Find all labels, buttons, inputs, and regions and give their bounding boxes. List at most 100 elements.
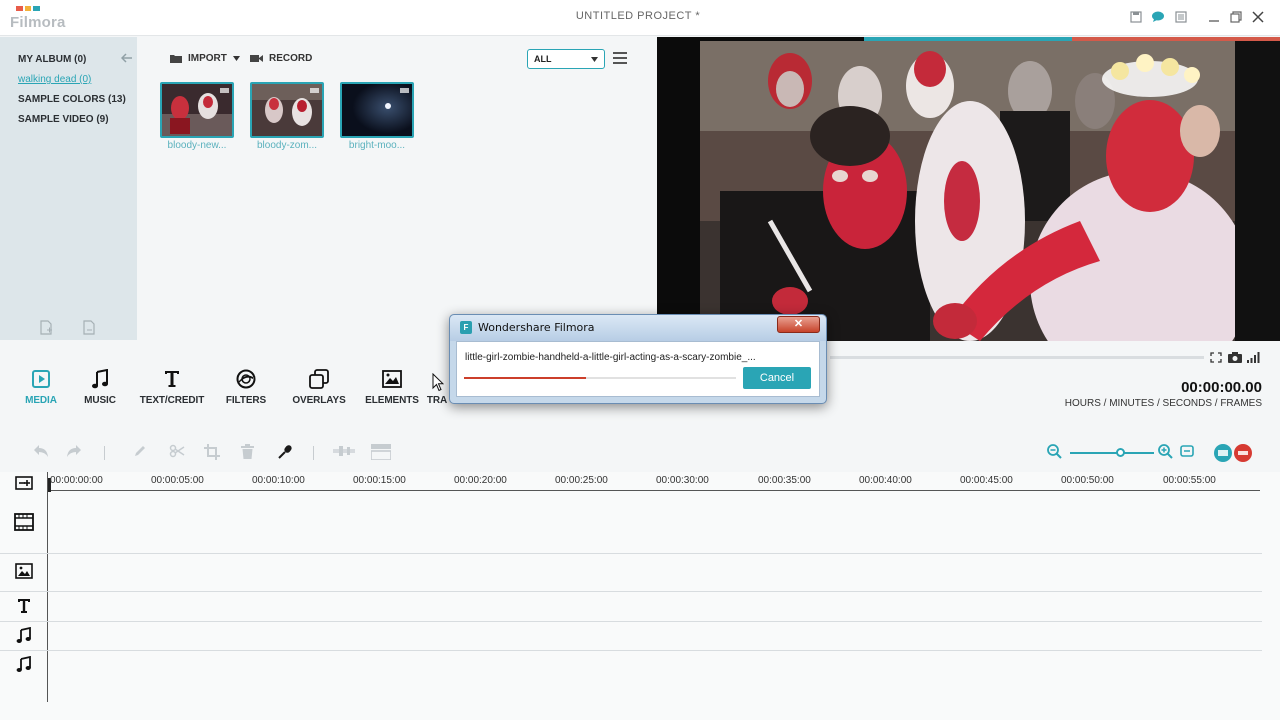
ruler-tick-label: 00:00:05:00	[151, 475, 204, 486]
voiceover-mic-icon[interactable]	[277, 444, 293, 464]
import-label: IMPORT	[188, 53, 227, 64]
filter-value: ALL	[534, 54, 552, 64]
thumbnail-image	[160, 82, 234, 138]
timecode-display: 00:00:00.00	[1181, 379, 1262, 396]
feedback-icon[interactable]	[1150, 9, 1166, 25]
timecode-format-label: HOURS / MINUTES / SECONDS / FRAMES	[1064, 398, 1262, 409]
album-my-album[interactable]: MY ALBUM (0)	[18, 54, 86, 65]
ruler-tick-label: 00:00:50:00	[1061, 475, 1114, 486]
track-divider	[0, 591, 1262, 592]
record-badge-icon[interactable]	[1233, 443, 1253, 467]
delete-album-icon[interactable]	[83, 320, 97, 336]
tab-filters[interactable]: FILTERS	[211, 368, 281, 406]
camera-icon	[250, 55, 263, 62]
close-icon[interactable]	[1250, 9, 1266, 25]
import-progress-bar	[464, 377, 736, 379]
track-divider	[0, 553, 1262, 554]
import-button[interactable]: IMPORT	[170, 53, 240, 64]
ruler-tick-label: 00:00:00:00	[50, 475, 103, 486]
playback-progress-track[interactable]	[830, 356, 1204, 359]
redo-icon[interactable]	[66, 444, 82, 462]
filters-icon	[211, 368, 281, 390]
filmora-app-icon: F	[460, 321, 472, 334]
ruler-tick-label: 00:00:40:00	[859, 475, 912, 486]
green-screen-icon[interactable]	[370, 444, 392, 464]
project-title: UNTITLED PROJECT *	[575, 10, 701, 22]
tab-text-credit[interactable]: TEXT/CREDIT	[137, 368, 207, 406]
tab-label: TEXT/CREDIT	[139, 395, 205, 406]
text-track-icon	[14, 598, 34, 617]
folder-icon	[170, 55, 182, 63]
media-thumbnail[interactable]: bloody-zom...	[250, 82, 324, 151]
thumbnail-caption: bright-moo...	[348, 140, 406, 151]
media-filter-select[interactable]: ALL	[527, 49, 605, 69]
ruler-tick-label: 00:00:55:00	[1163, 475, 1216, 486]
audio-mixer-icon[interactable]	[333, 444, 355, 462]
ruler-tick-label: 00:00:35:00	[758, 475, 811, 486]
crop-icon[interactable]	[204, 444, 220, 464]
import-progress-fill	[464, 377, 587, 379]
split-icon[interactable]	[169, 444, 185, 462]
music-track-icon	[14, 655, 34, 675]
media-thumbnail[interactable]: bright-moo...	[340, 82, 414, 151]
ruler-tick-label: 00:00:25:00	[555, 475, 608, 486]
media-thumbnail[interactable]: bloody-new...	[160, 82, 234, 151]
trash-icon[interactable]	[241, 444, 254, 463]
dialog-close-button[interactable]: ✕	[777, 316, 820, 333]
add-album-icon[interactable]	[40, 320, 54, 336]
volume-bars-icon[interactable]	[1247, 352, 1260, 366]
add-track-icon[interactable]	[14, 476, 34, 493]
zoom-slider-track[interactable]	[1070, 452, 1154, 454]
dropdown-arrow-icon	[232, 56, 240, 61]
importing-filename: little-girl-zombie-handheld-a-little-gir…	[465, 352, 756, 363]
preview-letterbox	[1235, 41, 1280, 341]
cancel-button[interactable]: Cancel	[743, 367, 811, 389]
ruler-tick-label: 00:00:10:00	[252, 475, 305, 486]
toolbar-separator	[104, 446, 105, 460]
thumbnail-caption: bloody-new...	[167, 140, 227, 151]
timeline-area[interactable]	[0, 472, 1280, 720]
menu-list-icon[interactable]	[1173, 9, 1189, 25]
export-icon[interactable]	[1213, 443, 1233, 467]
restore-icon[interactable]	[1228, 9, 1244, 25]
toolbar-separator	[313, 446, 314, 460]
collapse-arrow-icon[interactable]	[120, 52, 133, 66]
tab-overlays[interactable]: OVERLAYS	[284, 368, 354, 406]
tab-label: OVERLAYS	[292, 395, 346, 406]
tab-label: MUSIC	[84, 395, 116, 406]
zoom-in-icon[interactable]	[1158, 444, 1173, 463]
tab-label: FILTERS	[225, 395, 267, 406]
record-button[interactable]: RECORD	[250, 53, 312, 64]
save-icon[interactable]	[1128, 9, 1144, 25]
album-sample-colors[interactable]: SAMPLE COLORS (13)	[18, 94, 126, 105]
thumbnail-caption: bloody-zom...	[256, 140, 318, 151]
preview-video-frame	[700, 41, 1235, 341]
time-ruler-baseline	[48, 490, 1260, 491]
tab-music[interactable]: MUSIC	[65, 368, 135, 406]
track-divider	[0, 621, 1262, 622]
view-menu-icon[interactable]	[613, 52, 627, 64]
zoom-slider-handle[interactable]	[1116, 448, 1125, 457]
edit-pencil-icon[interactable]	[133, 444, 147, 462]
music-icon	[65, 368, 135, 390]
thumbnail-image	[250, 82, 324, 138]
minimize-icon[interactable]	[1206, 9, 1222, 25]
video-track-icon	[14, 513, 34, 534]
track-divider	[0, 650, 1262, 651]
pip-image-track-icon	[14, 563, 34, 582]
zoom-out-icon[interactable]	[1047, 444, 1062, 463]
dialog-title: Wondershare Filmora	[478, 321, 595, 334]
album-walking-dead[interactable]: walking dead (0)	[18, 74, 91, 85]
text-icon	[137, 368, 207, 390]
chevron-down-icon	[591, 56, 598, 62]
record-label: RECORD	[269, 53, 313, 64]
undo-icon[interactable]	[33, 444, 49, 462]
ruler-tick-label: 00:00:30:00	[656, 475, 709, 486]
thumbnail-image	[340, 82, 414, 138]
fit-timeline-icon[interactable]	[1180, 444, 1194, 461]
fullscreen-icon[interactable]	[1210, 352, 1222, 366]
snapshot-camera-icon[interactable]	[1228, 352, 1242, 366]
ruler-tick-label: 00:00:15:00	[353, 475, 406, 486]
music-track-icon	[14, 626, 34, 646]
album-sample-video[interactable]: SAMPLE VIDEO (9)	[18, 114, 109, 125]
